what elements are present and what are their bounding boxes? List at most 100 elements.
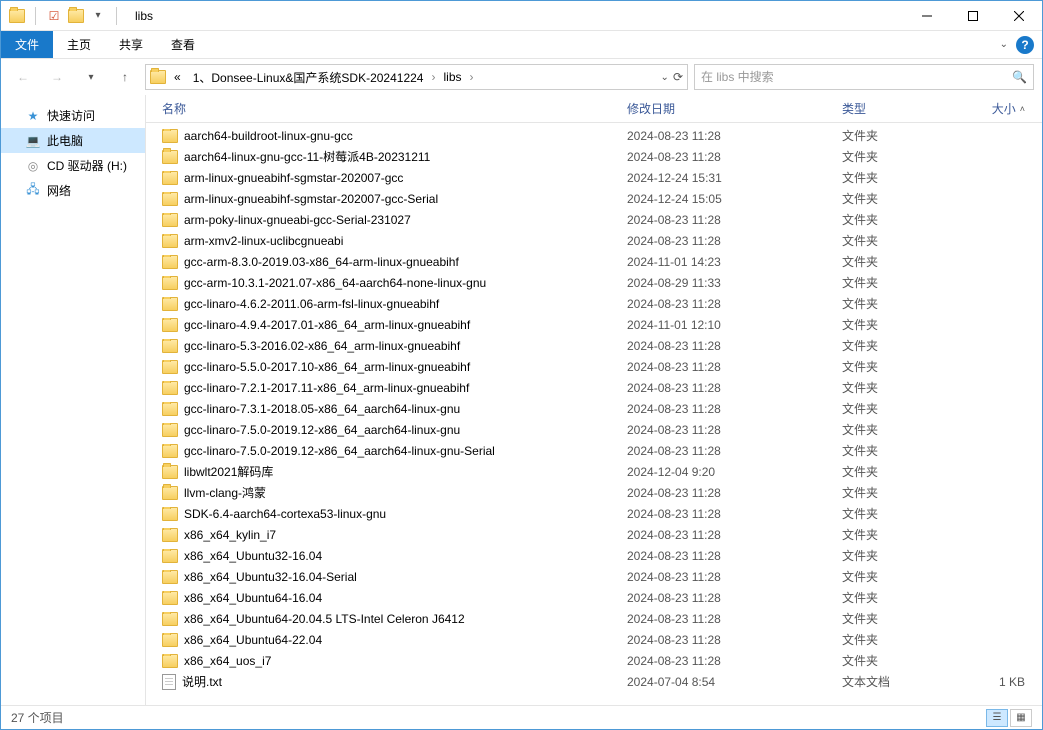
file-row[interactable]: aarch64-linux-gnu-gcc-11-树莓派4B-202312112… <box>146 146 1042 167</box>
search-box[interactable]: 🔍 <box>694 64 1034 90</box>
file-name: x86_x64_uos_i7 <box>184 654 271 668</box>
file-row[interactable]: gcc-arm-8.3.0-2019.03-x86_64-arm-linux-g… <box>146 251 1042 272</box>
minimize-button[interactable] <box>904 1 950 31</box>
ribbon-tab-view[interactable]: 查看 <box>157 31 209 58</box>
folder-icon <box>162 633 178 647</box>
address-bar[interactable]: « 1、Donsee-Linux&国产系统SDK-20241224 › libs… <box>145 64 688 90</box>
file-row[interactable]: gcc-linaro-4.9.4-2017.01-x86_64_arm-linu… <box>146 314 1042 335</box>
folder-icon <box>162 528 178 542</box>
column-header-size[interactable]: 大小 ˄ <box>951 100 1031 117</box>
file-list[interactable]: aarch64-buildroot-linux-gnu-gcc2024-08-2… <box>146 123 1042 705</box>
file-row[interactable]: x86_x64_uos_i72024-08-23 11:28文件夹 <box>146 650 1042 671</box>
search-input[interactable] <box>701 70 1012 84</box>
file-type: 文件夹 <box>836 463 951 480</box>
folder-icon <box>162 423 178 437</box>
forward-button[interactable]: → <box>43 63 71 91</box>
refresh-icon[interactable]: ⟳ <box>673 70 683 84</box>
file-row[interactable]: x86_x64_Ubuntu64-16.042024-08-23 11:28文件… <box>146 587 1042 608</box>
file-name: x86_x64_Ubuntu32-16.04-Serial <box>184 570 357 584</box>
view-details-button[interactable]: ☰ <box>986 709 1008 727</box>
navigation-pane: ★ 快速访问 💻 此电脑 ◎ CD 驱动器 (H:) 🖧 网络 <box>1 95 146 705</box>
file-row[interactable]: gcc-arm-10.3.1-2021.07-x86_64-aarch64-no… <box>146 272 1042 293</box>
help-icon[interactable]: ? <box>1016 36 1034 54</box>
file-row[interactable]: gcc-linaro-4.6.2-2011.06-arm-fsl-linux-g… <box>146 293 1042 314</box>
file-name: gcc-linaro-7.2.1-2017.11-x86_64_arm-linu… <box>184 381 469 395</box>
file-date: 2024-08-23 11:28 <box>621 360 836 374</box>
file-date: 2024-08-23 11:28 <box>621 507 836 521</box>
file-row[interactable]: aarch64-buildroot-linux-gnu-gcc2024-08-2… <box>146 125 1042 146</box>
file-row[interactable]: arm-xmv2-linux-uclibcgnueabi2024-08-23 1… <box>146 230 1042 251</box>
file-row[interactable]: gcc-linaro-7.2.1-2017.11-x86_64_arm-linu… <box>146 377 1042 398</box>
up-button[interactable]: ↑ <box>111 63 139 91</box>
nav-cd-drive[interactable]: ◎ CD 驱动器 (H:) <box>1 153 145 178</box>
file-row[interactable]: arm-linux-gnueabihf-sgmstar-202007-gcc-S… <box>146 188 1042 209</box>
nav-label: 快速访问 <box>47 107 95 124</box>
file-size: 1 KB <box>951 675 1031 689</box>
nav-this-pc[interactable]: 💻 此电脑 <box>1 128 145 153</box>
recent-dropdown-icon[interactable]: ▾ <box>77 63 105 91</box>
chevron-right-icon[interactable]: › <box>431 70 435 84</box>
file-row[interactable]: 说明.txt2024-07-04 8:54文本文档1 KB <box>146 671 1042 692</box>
chevron-right-icon[interactable]: › <box>470 70 474 84</box>
file-name: gcc-linaro-7.3.1-2018.05-x86_64_aarch64-… <box>184 402 460 416</box>
maximize-button[interactable] <box>950 1 996 31</box>
file-name: libwlt2021解码库 <box>184 463 273 480</box>
folder-icon <box>162 381 178 395</box>
file-date: 2024-08-29 11:33 <box>621 276 836 290</box>
file-row[interactable]: arm-linux-gnueabihf-sgmstar-202007-gcc20… <box>146 167 1042 188</box>
crumb-0[interactable]: 1、Donsee-Linux&国产系统SDK-20241224 <box>189 67 428 88</box>
file-type: 文件夹 <box>836 274 951 291</box>
file-date: 2024-11-01 12:10 <box>621 318 836 332</box>
address-dropdown-icon[interactable]: ⌄ <box>661 72 669 83</box>
qat-properties-icon[interactable]: ☑ <box>46 8 62 24</box>
file-row[interactable]: llvm-clang-鸿蒙2024-08-23 11:28文件夹 <box>146 482 1042 503</box>
file-row[interactable]: SDK-6.4-aarch64-cortexa53-linux-gnu2024-… <box>146 503 1042 524</box>
folder-icon <box>162 444 178 458</box>
column-header-name[interactable]: 名称 <box>156 100 621 117</box>
file-date: 2024-08-23 11:28 <box>621 423 836 437</box>
file-name: x86_x64_Ubuntu64-20.04.5 LTS-Intel Celer… <box>184 612 465 626</box>
column-header-type[interactable]: 类型 <box>836 100 951 117</box>
folder-icon <box>162 654 178 668</box>
nav-quick-access[interactable]: ★ 快速访问 <box>1 103 145 128</box>
file-name: x86_x64_kylin_i7 <box>184 528 276 542</box>
ribbon-expand-icon[interactable]: ⌄ <box>1000 39 1008 50</box>
file-row[interactable]: gcc-linaro-5.5.0-2017.10-x86_64_arm-linu… <box>146 356 1042 377</box>
file-row[interactable]: gcc-linaro-7.3.1-2018.05-x86_64_aarch64-… <box>146 398 1042 419</box>
crumb-1[interactable]: libs <box>439 68 465 86</box>
file-row[interactable]: gcc-linaro-7.5.0-2019.12-x86_64_aarch64-… <box>146 419 1042 440</box>
file-row[interactable]: gcc-linaro-7.5.0-2019.12-x86_64_aarch64-… <box>146 440 1042 461</box>
file-row[interactable]: x86_x64_Ubuntu32-16.04-Serial2024-08-23 … <box>146 566 1042 587</box>
file-date: 2024-08-23 11:28 <box>621 549 836 563</box>
file-name: arm-poky-linux-gnueabi-gcc-Serial-231027 <box>184 213 411 227</box>
computer-icon: 💻 <box>25 133 41 149</box>
ribbon-tab-share[interactable]: 共享 <box>105 31 157 58</box>
file-row[interactable]: x86_x64_Ubuntu64-22.042024-08-23 11:28文件… <box>146 629 1042 650</box>
file-row[interactable]: arm-poky-linux-gnueabi-gcc-Serial-231027… <box>146 209 1042 230</box>
file-date: 2024-08-23 11:28 <box>621 339 836 353</box>
view-icons-button[interactable]: ▦ <box>1010 709 1032 727</box>
file-row[interactable]: libwlt2021解码库2024-12-04 9:20文件夹 <box>146 461 1042 482</box>
file-date: 2024-08-23 11:28 <box>621 486 836 500</box>
back-button[interactable]: ← <box>9 63 37 91</box>
file-type: 文件夹 <box>836 337 951 354</box>
ribbon-tab-file[interactable]: 文件 <box>1 31 53 58</box>
file-name: gcc-linaro-5.5.0-2017.10-x86_64_arm-linu… <box>184 360 470 374</box>
file-type: 文件夹 <box>836 505 951 522</box>
item-count: 27 个项目 <box>11 709 64 726</box>
folder-icon <box>162 486 178 500</box>
folder-icon <box>162 549 178 563</box>
close-button[interactable] <box>996 1 1042 31</box>
folder-icon <box>162 171 178 185</box>
file-row[interactable]: x86_x64_Ubuntu64-20.04.5 LTS-Intel Celer… <box>146 608 1042 629</box>
file-row[interactable]: x86_x64_kylin_i72024-08-23 11:28文件夹 <box>146 524 1042 545</box>
search-icon[interactable]: 🔍 <box>1012 70 1027 84</box>
column-header-date[interactable]: 修改日期 <box>621 100 836 117</box>
crumb-prefix[interactable]: « <box>170 68 185 86</box>
ribbon-tab-home[interactable]: 主页 <box>53 31 105 58</box>
qat-dropdown-icon[interactable]: ▾ <box>90 8 106 24</box>
nav-network[interactable]: 🖧 网络 <box>1 178 145 203</box>
file-row[interactable]: x86_x64_Ubuntu32-16.042024-08-23 11:28文件… <box>146 545 1042 566</box>
file-row[interactable]: gcc-linaro-5.3-2016.02-x86_64_arm-linux-… <box>146 335 1042 356</box>
folder-icon <box>162 339 178 353</box>
